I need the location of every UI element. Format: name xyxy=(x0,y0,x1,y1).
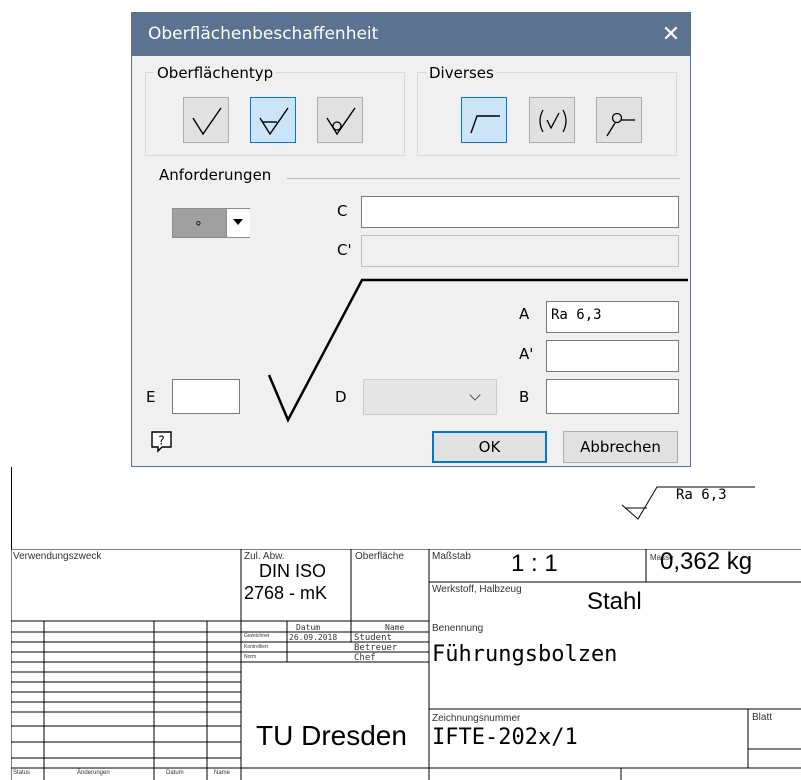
field-c[interactable] xyxy=(361,196,679,228)
chevron-down-icon xyxy=(469,389,481,401)
tb-status-label: Status xyxy=(13,770,31,776)
tb-masse-value: 0,362 kg xyxy=(660,548,753,575)
label-d: D xyxy=(335,388,347,406)
svg-text:?: ? xyxy=(158,434,164,448)
tb-norm-name: Chef xyxy=(354,653,376,663)
tb-zeichnungsnummer-value: IFTE-202x/1 xyxy=(432,725,578,750)
cancel-button[interactable]: Abbrechen xyxy=(563,431,678,463)
triangle-down-icon xyxy=(233,219,243,225)
field-e[interactable] xyxy=(172,379,240,414)
label-a: A xyxy=(519,305,530,323)
field-a-prime[interactable] xyxy=(546,340,679,372)
tb-kontrolliert-label: Kontrolliert xyxy=(244,644,268,650)
label-a-prime: A' xyxy=(519,345,534,363)
field-a[interactable]: Ra 6,3 xyxy=(546,301,679,333)
close-icon[interactable]: ✕ xyxy=(658,21,684,47)
tb-aenderungen-label: Änderungen xyxy=(77,770,110,776)
tb-werkstoff-value: Stahl xyxy=(587,588,642,615)
label-c: C xyxy=(337,202,348,220)
lay-direction-dropdown[interactable]: ∘ xyxy=(172,208,250,238)
tb-zeichnungsnummer-label: Zeichnungsnummer xyxy=(432,713,521,724)
all-around-icon[interactable] xyxy=(596,97,642,143)
dialog-titlebar[interactable]: Oberflächenbeschaffenheit ✕ xyxy=(132,13,690,56)
tb-oberflaeche-label: Oberfläche xyxy=(355,551,404,562)
lay-symbol-icon: ∘ xyxy=(194,214,203,230)
tb-kontrolliert-name: Betreuer xyxy=(354,643,398,653)
tb-name-label: Name xyxy=(214,770,231,776)
dialog-title: Oberflächenbeschaffenheit xyxy=(148,24,379,44)
tb-datum-header: Datum xyxy=(296,623,321,632)
tb-datum-label: Datum xyxy=(166,770,184,776)
tb-blatt-label: Blatt xyxy=(752,712,773,723)
parenthesized-symbol-icon[interactable] xyxy=(529,97,575,143)
dropdown-button[interactable] xyxy=(226,209,250,237)
ok-button[interactable]: OK xyxy=(432,431,547,463)
material-removal-prohibited-icon[interactable] xyxy=(317,97,363,143)
surface-type-legend: Oberflächentyp xyxy=(154,64,277,82)
tb-massstab-label: Maßstab xyxy=(432,551,471,562)
field-d-dropdown[interactable] xyxy=(363,379,497,415)
tb-benennung-value: Führungsbolzen xyxy=(432,642,618,667)
basic-surface-symbol-icon[interactable] xyxy=(183,97,229,143)
tb-norm-label: Norm xyxy=(244,654,257,660)
misc-legend: Diverses xyxy=(426,64,497,82)
requirements-legend: Anforderungen xyxy=(159,166,272,184)
tb-institution: TU Dresden xyxy=(256,720,407,751)
field-c-prime[interactable] xyxy=(361,235,679,267)
tb-benennung-label: Benennung xyxy=(432,623,484,634)
label-b: B xyxy=(519,388,530,406)
drawing-roughness-value: Ra 6,3 xyxy=(676,487,727,503)
tb-gezeichnet-name: Student xyxy=(354,633,392,643)
drawing-border-left xyxy=(11,467,12,549)
tb-name-header: Name xyxy=(385,623,405,632)
material-removal-required-icon[interactable] xyxy=(250,97,296,143)
long-extension-icon[interactable] xyxy=(461,97,507,143)
tb-zul-abw-line1: DIN ISO xyxy=(259,561,327,581)
tb-zul-abw-line2: 2768 - mK xyxy=(244,583,328,603)
tb-gezeichnet-label: Gezeichnet xyxy=(244,633,270,639)
field-b[interactable] xyxy=(546,379,679,414)
surface-texture-dialog: Oberflächenbeschaffenheit ✕ Oberflächent… xyxy=(131,12,691,467)
label-c-prime: C' xyxy=(337,241,352,259)
tb-werkstoff-label: Werkstoff, Halbzeug xyxy=(432,584,522,595)
requirements-separator xyxy=(287,178,680,179)
tb-massstab-value: 1 : 1 xyxy=(511,550,558,577)
help-icon[interactable]: ? xyxy=(150,430,174,454)
tb-gezeichnet-datum: 26.09.2018 xyxy=(289,633,338,642)
label-e: E xyxy=(146,388,156,406)
tb-verwendungszweck-label: Verwendungszweck xyxy=(13,551,102,562)
